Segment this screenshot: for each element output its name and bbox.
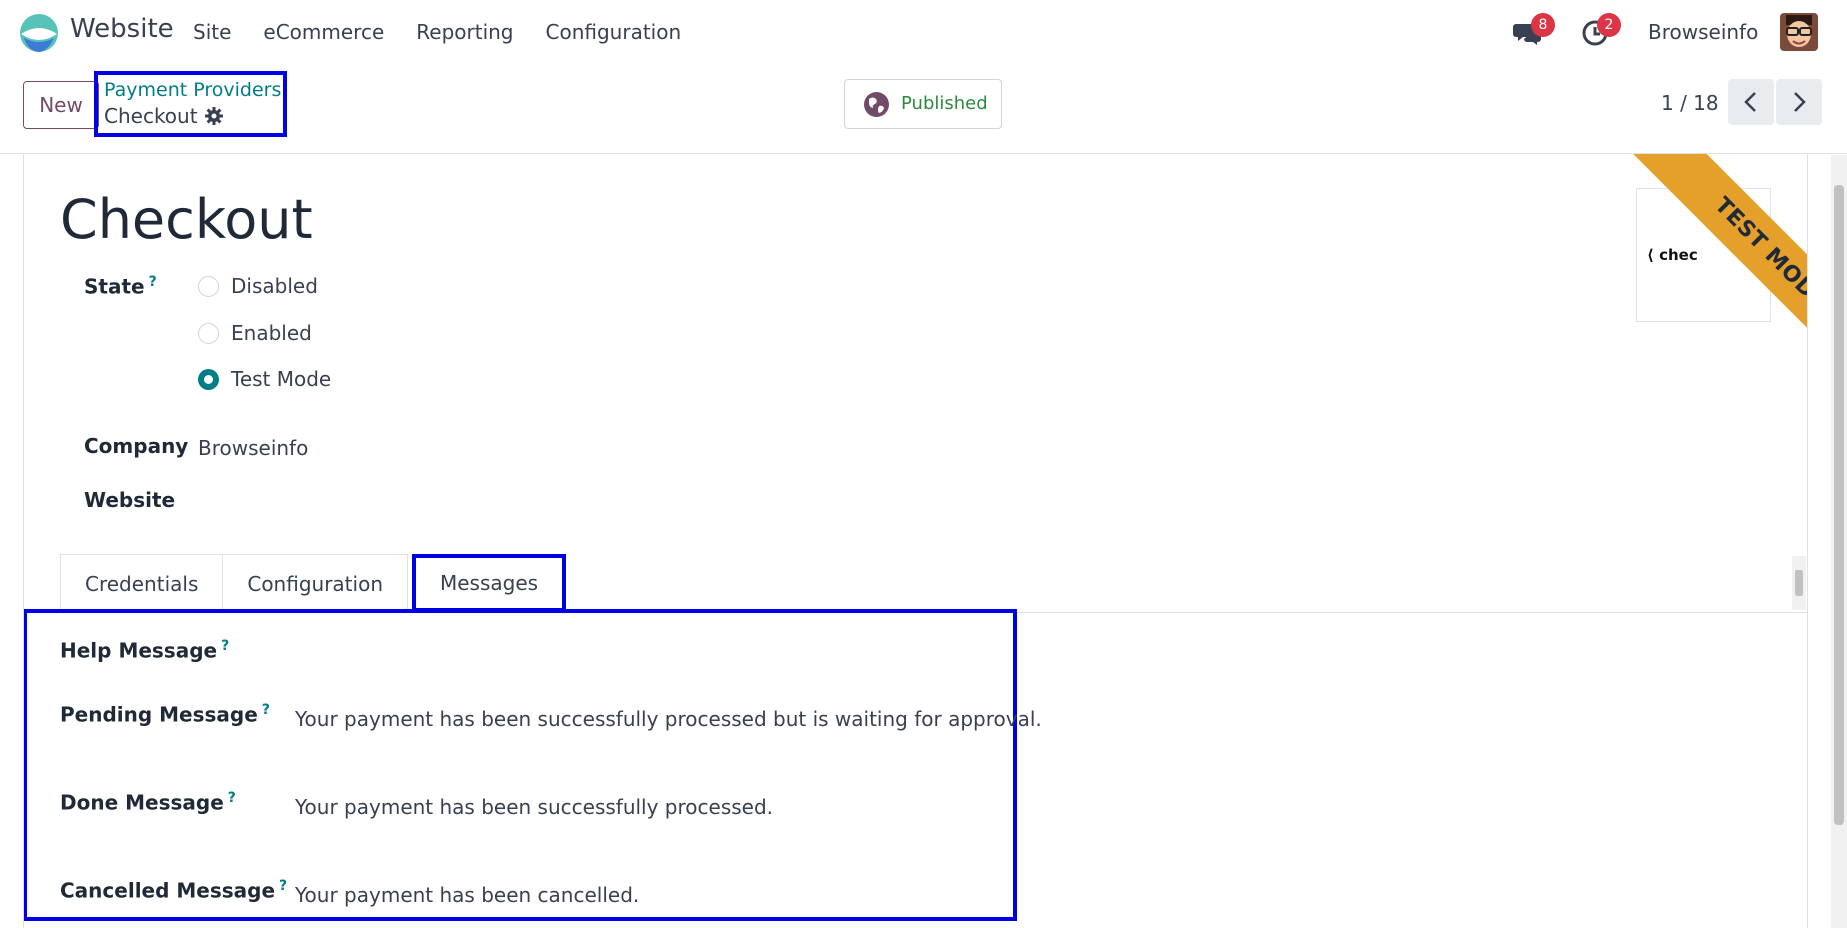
help-tooltip-icon[interactable]: ? bbox=[228, 790, 236, 806]
state-option-disabled[interactable]: Disabled bbox=[198, 274, 318, 298]
done-message-value[interactable]: Your payment has been successfully proce… bbox=[295, 795, 773, 819]
control-panel: New Payment Providers Checkout Published… bbox=[0, 66, 1847, 154]
menu-item-reporting[interactable]: Reporting bbox=[416, 20, 513, 44]
main-menu: Site eCommerce Reporting Configuration bbox=[193, 20, 713, 44]
cancelled-message-label: Cancelled Message? bbox=[60, 878, 288, 903]
menu-item-site[interactable]: Site bbox=[193, 20, 231, 44]
breadcrumb-parent[interactable]: Payment Providers bbox=[104, 79, 281, 101]
help-message-label: Help Message? bbox=[60, 638, 230, 663]
radio-enabled[interactable] bbox=[198, 322, 219, 344]
gear-icon[interactable] bbox=[204, 106, 224, 126]
messages-count-badge: 8 bbox=[1531, 13, 1555, 37]
company-label: Company bbox=[84, 434, 189, 458]
new-button[interactable]: New bbox=[23, 81, 99, 129]
top-navbar: Website Site eCommerce Reporting Configu… bbox=[0, 0, 1847, 66]
globe-icon bbox=[864, 92, 889, 117]
tabs-scrollbar-thumb[interactable] bbox=[1795, 570, 1803, 596]
tab-messages[interactable]: Messages bbox=[412, 554, 567, 612]
chevron-right-icon bbox=[1794, 92, 1806, 112]
radio-disabled[interactable] bbox=[198, 275, 219, 297]
pager-value[interactable]: 1 / 18 bbox=[1661, 91, 1719, 115]
tab-configuration[interactable]: Configuration bbox=[223, 554, 408, 612]
help-tooltip-icon[interactable]: ? bbox=[149, 274, 157, 290]
help-tooltip-icon[interactable]: ? bbox=[221, 638, 229, 654]
pending-message-label: Pending Message? bbox=[60, 702, 270, 727]
pager-previous-button[interactable] bbox=[1728, 79, 1774, 125]
breadcrumb-current: Checkout bbox=[104, 104, 198, 128]
cancelled-message-value[interactable]: Your payment has been cancelled. bbox=[295, 883, 639, 907]
tab-credentials[interactable]: Credentials bbox=[60, 554, 224, 612]
chevron-left-icon bbox=[1744, 92, 1756, 112]
pager-next-button[interactable] bbox=[1776, 79, 1822, 125]
notebook-tabs: Credentials Configuration Messages bbox=[60, 554, 567, 612]
test-mode-ribbon: TEST MODE bbox=[1604, 154, 1807, 374]
form-sheet: Checkout State? Disabled Enabled Test Mo… bbox=[23, 154, 1808, 928]
company-value[interactable]: Browseinfo bbox=[198, 436, 308, 460]
help-tooltip-icon[interactable]: ? bbox=[279, 878, 287, 894]
state-option-test-mode[interactable]: Test Mode bbox=[198, 367, 331, 391]
website-label: Website bbox=[84, 488, 176, 512]
record-title[interactable]: Checkout bbox=[60, 188, 313, 251]
state-label: State? bbox=[84, 274, 157, 299]
activities-count-badge: 2 bbox=[1597, 13, 1621, 37]
website-app-logo[interactable] bbox=[18, 12, 60, 54]
done-message-label: Done Message? bbox=[60, 790, 236, 815]
published-button[interactable]: Published bbox=[844, 79, 1002, 129]
pending-message-value[interactable]: Your payment has been successfully proce… bbox=[295, 707, 1042, 731]
published-label: Published bbox=[901, 93, 988, 114]
page-scrollbar-thumb[interactable] bbox=[1834, 185, 1844, 825]
help-tooltip-icon[interactable]: ? bbox=[262, 702, 270, 718]
user-avatar[interactable] bbox=[1780, 13, 1818, 51]
app-name[interactable]: Website bbox=[70, 14, 174, 44]
menu-item-ecommerce[interactable]: eCommerce bbox=[263, 20, 384, 44]
page-scrollbar[interactable] bbox=[1831, 155, 1847, 928]
radio-test-mode[interactable] bbox=[198, 368, 219, 390]
ribbon-label: TEST MODE bbox=[1631, 154, 1807, 374]
state-option-enabled[interactable]: Enabled bbox=[198, 321, 312, 345]
tabs-scrollbar[interactable] bbox=[1792, 556, 1806, 610]
user-name[interactable]: Browseinfo bbox=[1648, 20, 1758, 44]
menu-item-configuration[interactable]: Configuration bbox=[546, 20, 682, 44]
